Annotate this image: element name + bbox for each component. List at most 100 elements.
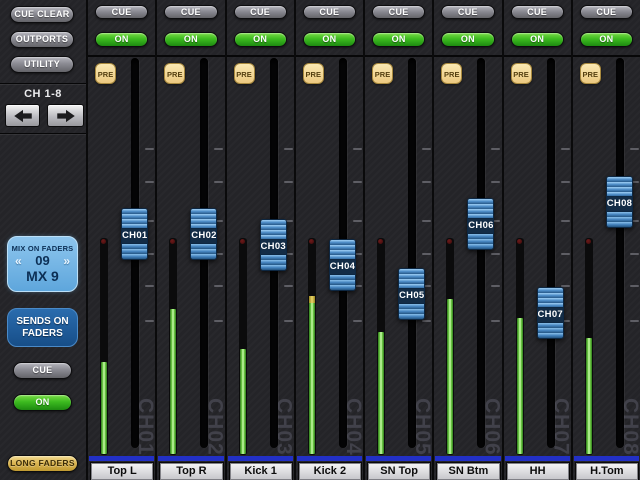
utility-button[interactable]: UTILITY bbox=[10, 56, 74, 73]
channel-color-bar bbox=[504, 456, 570, 461]
channel-on-button[interactable]: ON bbox=[510, 32, 564, 47]
pre-badge[interactable]: PRE bbox=[441, 63, 463, 84]
channel-on-button[interactable]: ON bbox=[95, 32, 149, 47]
fader-handle-ridges bbox=[329, 274, 355, 290]
channel-cue-button[interactable]: CUE bbox=[441, 5, 495, 19]
mixer-app: CUE CLEAR OUTPORTS UTILITY CH 1-8 MIX ON… bbox=[0, 0, 640, 480]
channel-cue-button[interactable]: CUE bbox=[510, 5, 564, 19]
meter-fill bbox=[585, 338, 592, 454]
fader-track[interactable] bbox=[477, 58, 486, 448]
channel-name[interactable]: SN Btm bbox=[437, 463, 500, 480]
channel-color-bar bbox=[227, 456, 293, 461]
fader-handle[interactable]: CH04 bbox=[328, 239, 356, 291]
channel-strip: CUE ON PRE CH01 CH01 Top L bbox=[88, 0, 157, 480]
arrow-left-icon bbox=[13, 109, 32, 122]
pre-badge[interactable]: PRE bbox=[579, 63, 601, 84]
channel-cue-button[interactable]: CUE bbox=[164, 5, 218, 19]
divider bbox=[0, 83, 86, 84]
meter-peak-led-icon bbox=[585, 239, 591, 244]
channel-name[interactable]: Top L bbox=[91, 463, 154, 480]
channel-on-button[interactable]: ON bbox=[233, 32, 287, 47]
channel-on-button[interactable]: ON bbox=[164, 32, 218, 47]
pre-badge[interactable]: PRE bbox=[233, 63, 255, 84]
divider bbox=[572, 55, 640, 57]
meter-peak-led-icon bbox=[101, 239, 106, 244]
fader-handle-ridges bbox=[122, 209, 147, 229]
channel-color-bar bbox=[573, 456, 639, 461]
fader-handle-label: CH04 bbox=[329, 260, 356, 274]
bank-previous-button[interactable] bbox=[5, 104, 40, 127]
level-meter bbox=[446, 238, 455, 455]
fader-handle[interactable]: CH05 bbox=[398, 268, 425, 320]
bank-next-button[interactable] bbox=[47, 104, 84, 127]
channel-strips: CUE ON PRE CH01 CH01 Top L CUE ON PRE CH… bbox=[88, 0, 640, 480]
channel-color-bar bbox=[89, 456, 155, 461]
cue-clear-button[interactable]: CUE CLEAR bbox=[10, 6, 74, 23]
mix-bus-name: MX 9 bbox=[26, 268, 59, 284]
channel-name[interactable]: Kick 2 bbox=[298, 463, 361, 480]
channel-name[interactable]: Kick 1 bbox=[229, 463, 292, 480]
channel-strip: CUE ON PRE CH07 CH07 HH bbox=[503, 0, 573, 480]
outports-button[interactable]: OUTPORTS bbox=[10, 31, 74, 48]
channel-name[interactable]: Top R bbox=[160, 463, 223, 480]
divider bbox=[88, 55, 156, 57]
pre-badge[interactable]: PRE bbox=[302, 63, 324, 84]
divider bbox=[226, 55, 294, 57]
fader-handle[interactable]: CH06 bbox=[467, 198, 495, 250]
arrow-right-icon bbox=[56, 109, 75, 122]
channel-name[interactable]: H.Tom bbox=[575, 463, 638, 480]
fader-handle-ridges bbox=[606, 211, 632, 227]
fader-handle-label: CH07 bbox=[537, 308, 563, 322]
pre-badge[interactable]: PRE bbox=[164, 63, 186, 84]
master-cue-button[interactable]: CUE bbox=[13, 362, 72, 379]
divider bbox=[157, 55, 225, 57]
channel-cue-button[interactable]: CUE bbox=[372, 5, 426, 19]
channel-color-bar bbox=[158, 456, 224, 461]
pre-badge[interactable]: PRE bbox=[95, 63, 116, 84]
channel-on-button[interactable]: ON bbox=[372, 32, 426, 47]
channel-strip: CUE ON PRE CH03 CH03 Kick 1 bbox=[226, 0, 296, 480]
fader-track[interactable] bbox=[408, 58, 416, 448]
fader-handle-label: CH03 bbox=[260, 240, 286, 254]
sends-on-faders-button[interactable]: SENDS ON FADERS bbox=[7, 308, 78, 347]
mix-on-faders-panel[interactable]: MIX ON FADERS « 09 » MX 9 bbox=[7, 236, 78, 292]
channel-on-button[interactable]: ON bbox=[579, 32, 633, 47]
mix-previous-icon[interactable]: « bbox=[15, 254, 22, 268]
meter-fill bbox=[516, 318, 523, 454]
pre-badge[interactable]: PRE bbox=[372, 63, 393, 84]
channel-strip: CUE ON PRE CH02 CH02 Top R bbox=[157, 0, 226, 480]
channel-cue-button[interactable]: CUE bbox=[579, 5, 633, 19]
level-meter bbox=[515, 238, 524, 455]
channel-cue-button[interactable]: CUE bbox=[302, 5, 356, 19]
meter-fill bbox=[308, 296, 315, 454]
channel-on-button[interactable]: ON bbox=[441, 32, 495, 47]
fader-handle-label: CH02 bbox=[191, 229, 217, 243]
meter-peak-led-icon bbox=[516, 239, 522, 244]
master-on-button[interactable]: ON bbox=[13, 394, 72, 411]
fader-handle[interactable]: CH08 bbox=[605, 176, 633, 228]
channel-cue-button[interactable]: CUE bbox=[95, 5, 149, 19]
level-meter bbox=[377, 238, 385, 455]
fader-track[interactable] bbox=[615, 58, 624, 448]
channel-on-button[interactable]: ON bbox=[302, 32, 356, 47]
channel-strip: CUE ON PRE CH08 CH08 H.Tom bbox=[572, 0, 640, 480]
channel-name[interactable]: HH bbox=[506, 463, 569, 480]
channel-cue-button[interactable]: CUE bbox=[233, 5, 287, 19]
fader-handle[interactable]: CH03 bbox=[259, 219, 287, 271]
mix-on-faders-title: MIX ON FADERS bbox=[11, 244, 74, 253]
fader-handle-ridges bbox=[468, 233, 494, 249]
mix-next-icon[interactable]: » bbox=[63, 254, 70, 268]
meter-peak-led-icon bbox=[447, 239, 453, 244]
fader-track[interactable] bbox=[546, 58, 555, 448]
fader-handle[interactable]: CH01 bbox=[121, 208, 148, 260]
meter-fill bbox=[447, 299, 454, 454]
pre-badge[interactable]: PRE bbox=[510, 63, 532, 84]
fader-handle[interactable]: CH07 bbox=[536, 287, 564, 339]
long-faders-button[interactable]: LONG FADERS bbox=[7, 455, 78, 472]
fader-handle-ridges bbox=[399, 303, 424, 319]
fader-handle[interactable]: CH02 bbox=[190, 208, 218, 260]
fader-handle-ridges bbox=[191, 209, 217, 229]
fader-handle-label: CH05 bbox=[399, 289, 425, 303]
channel-name[interactable]: SN Top bbox=[368, 463, 431, 480]
level-meter bbox=[169, 238, 178, 455]
